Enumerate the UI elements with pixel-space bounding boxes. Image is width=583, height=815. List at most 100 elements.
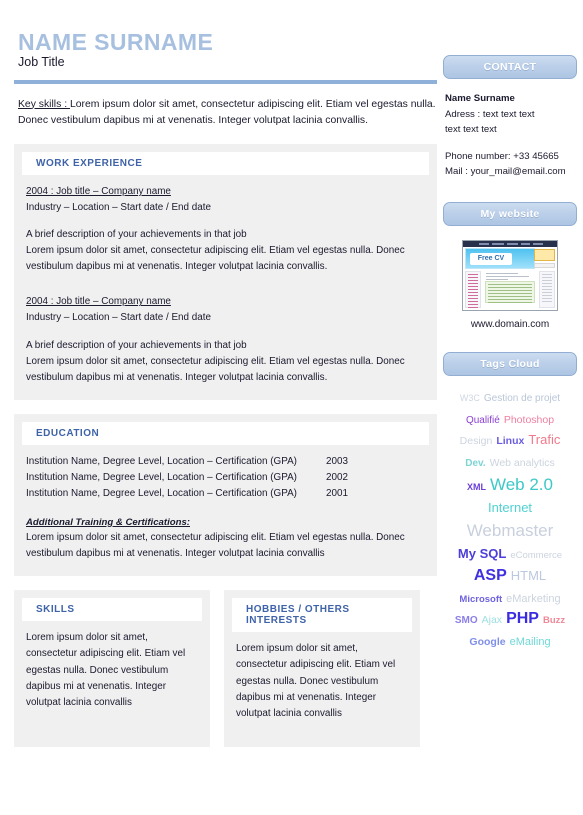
tag-item[interactable]: Dev. xyxy=(465,458,485,470)
job-description: Lorem ipsum dolor sit amet, consectetur … xyxy=(26,355,405,383)
education-institution: Institution Name, Degree Level, Location… xyxy=(26,471,297,483)
contact-address-line1: Adress : text text text xyxy=(445,108,535,120)
job-description: Lorem ipsum dolor sit amet, consectetur … xyxy=(26,245,405,273)
tag-item[interactable]: Photoshop xyxy=(504,414,554,426)
tag-item[interactable]: Google xyxy=(469,636,505,648)
additional-training-heading: Additional Training & Certifications: xyxy=(26,516,190,528)
education-institution: Institution Name, Degree Level, Location… xyxy=(26,455,297,467)
my-website-heading-pill: My website xyxy=(443,201,577,226)
page-title: NAME SURNAME xyxy=(18,29,214,55)
skills-text: Lorem ipsum dolor sit amet, consectetur … xyxy=(26,632,186,708)
tag-item[interactable]: Webmaster xyxy=(467,521,554,541)
tags-cloud-row: Internet xyxy=(443,499,577,518)
tag-item[interactable]: eCommerce xyxy=(510,550,562,561)
thumbnail-right-column xyxy=(539,270,555,308)
education-body: Institution Name, Degree Level, Location… xyxy=(14,445,437,563)
tag-item[interactable]: Qualifié xyxy=(466,415,500,427)
tag-item[interactable]: SMO xyxy=(455,615,478,627)
tags-cloud: W3C Gestion de projet Qualifié Photoshop Des… xyxy=(443,388,577,652)
contact-phone: Phone number: +33 45665 xyxy=(445,150,559,162)
thumbnail-ad-box xyxy=(534,248,555,261)
job-meta-line: Industry – Location – Start date / End d… xyxy=(26,202,212,214)
tags-cloud-heading-pill: Tags Cloud xyxy=(443,351,577,376)
contact-heading-pill: CONTACT xyxy=(443,55,577,79)
job-achievement-line: A brief description of your achievements… xyxy=(26,339,247,351)
key-skills-text: Lorem ipsum dolor sit amet, consectetur … xyxy=(18,98,436,127)
tag-item[interactable]: Microsoft xyxy=(459,594,502,605)
education-row: Institution Name, Degree Level, Location… xyxy=(26,486,425,502)
thumbnail-ad-box-secondary xyxy=(534,262,555,268)
tag-item[interactable]: Trafic xyxy=(528,432,560,447)
education-year: 2003 xyxy=(326,455,348,467)
header-divider xyxy=(14,79,437,84)
tag-item[interactable]: Gestion de projet xyxy=(484,393,560,405)
website-thumbnail-wrapper[interactable]: Free CV xyxy=(443,239,577,311)
thumbnail-content-table xyxy=(485,280,535,303)
cv-page: NAME SURNAME Job Title Key skills : Lore… xyxy=(0,0,583,815)
tags-cloud-row: SMO Ajax PHP Buzz xyxy=(443,610,577,629)
tag-item[interactable]: Buzz xyxy=(543,615,565,626)
contact-mail[interactable]: Mail : your_mail@email.com xyxy=(445,164,575,180)
tag-item[interactable]: eMarketing xyxy=(506,593,560,606)
tags-cloud-row: Microsoft eMarketing xyxy=(443,589,577,608)
tag-item[interactable]: Internet xyxy=(488,500,532,515)
tag-item[interactable]: Ajax xyxy=(482,614,502,626)
name-block: NAME SURNAME Job Title xyxy=(14,30,437,70)
website-screenshot-thumbnail[interactable]: Free CV xyxy=(462,239,558,311)
work-experience-entry: 2004 : Job title – Company name Industry… xyxy=(26,294,425,385)
main-column: NAME SURNAME Job Title Key skills : Lore… xyxy=(14,30,437,748)
tag-item[interactable]: Web 2.0 xyxy=(490,475,553,495)
work-experience-heading: WORK EXPERIENCE xyxy=(22,152,429,176)
hobbies-panel: HOBBIES / OTHERS INTERESTS Lorem ipsum d… xyxy=(224,590,420,748)
tags-cloud-row: Webmaster xyxy=(443,521,577,542)
education-panel: EDUCATION Institution Name, Degree Level… xyxy=(14,413,437,577)
tag-item[interactable]: XML xyxy=(467,482,486,493)
job-title-line: 2004 : Job title – Company name xyxy=(26,296,171,308)
tags-cloud-row: XML Web 2.0 xyxy=(443,475,577,496)
education-row: Institution Name, Degree Level, Location… xyxy=(26,454,425,470)
tags-cloud-row: My SQL eCommerce xyxy=(443,545,577,564)
education-institution: Institution Name, Degree Level, Location… xyxy=(26,487,297,499)
key-skills-label: Key skills : xyxy=(18,98,70,110)
hobbies-heading: HOBBIES / OTHERS INTERESTS xyxy=(232,598,412,633)
tags-cloud-row: W3C Gestion de projet xyxy=(443,388,577,407)
thumbnail-navbar xyxy=(463,240,557,247)
tags-cloud-row: Design Linux Trafic xyxy=(443,431,577,450)
sidebar: CONTACT Name Surname Adress : text text … xyxy=(443,55,577,654)
tag-item[interactable]: HTML xyxy=(511,568,546,583)
thumbnail-hero-banner: Free CV xyxy=(465,247,535,269)
tag-item[interactable]: Design xyxy=(460,435,493,447)
contact-details: Name Surname Adress : text text text tex… xyxy=(443,91,577,180)
contact-name: Name Surname xyxy=(445,93,515,104)
skills-panel: SKILLS Lorem ipsum dolor sit amet, conse… xyxy=(14,590,210,748)
tag-item[interactable]: My SQL xyxy=(458,546,506,561)
tag-item[interactable]: ASP xyxy=(474,567,507,586)
tag-item[interactable]: Web analytics xyxy=(490,457,555,469)
education-year: 2002 xyxy=(326,471,348,483)
education-row: Institution Name, Degree Level, Location… xyxy=(26,470,425,486)
work-experience-body: 2004 : Job title – Company name Industry… xyxy=(14,175,437,385)
key-skills-paragraph: Key skills : Lorem ipsum dolor sit amet,… xyxy=(14,97,437,131)
work-experience-entry: 2004 : Job title – Company name Industry… xyxy=(26,184,425,275)
tags-cloud-row: Google eMailing xyxy=(443,632,577,651)
additional-training-text: Lorem ipsum dolor sit amet, consectetur … xyxy=(26,532,405,560)
tags-cloud-row: Dev. Web analytics xyxy=(443,453,577,472)
education-heading: EDUCATION xyxy=(22,421,429,445)
skills-heading: SKILLS xyxy=(22,598,202,622)
education-year: 2001 xyxy=(326,487,348,499)
hobbies-text: Lorem ipsum dolor sit amet, consectetur … xyxy=(236,643,396,719)
website-url[interactable]: www.domain.com xyxy=(443,319,577,330)
job-title-line: 2004 : Job title – Company name xyxy=(26,186,171,198)
tag-item[interactable]: eMailing xyxy=(510,636,551,649)
tag-item[interactable]: Linux xyxy=(496,435,524,447)
contact-address-line2: text text text xyxy=(445,124,497,136)
job-achievement-line: A brief description of your achievements… xyxy=(26,229,247,241)
job-title-subtitle: Job Title xyxy=(18,55,65,70)
bottom-panels-row: SKILLS Lorem ipsum dolor sit amet, conse… xyxy=(14,590,437,748)
tag-item[interactable]: W3C xyxy=(460,393,480,404)
thumbnail-left-column xyxy=(465,270,481,308)
work-experience-panel: WORK EXPERIENCE 2004 : Job title – Compa… xyxy=(14,144,437,400)
thumbnail-logo: Free CV xyxy=(470,252,512,265)
tag-item[interactable]: PHP xyxy=(506,610,539,629)
tags-cloud-row: ASP HTML xyxy=(443,567,577,586)
